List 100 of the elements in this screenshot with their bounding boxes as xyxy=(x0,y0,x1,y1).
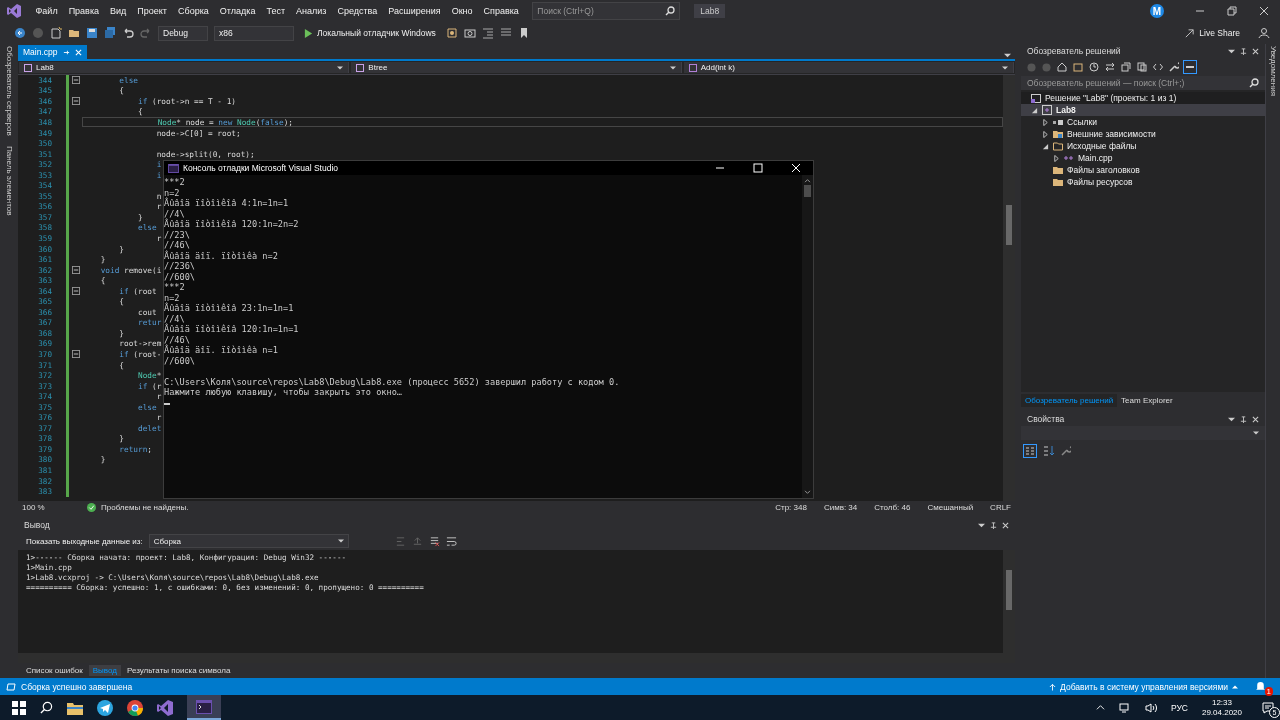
speaker-icon[interactable] xyxy=(1144,702,1157,713)
switch-views-icon[interactable] xyxy=(1073,62,1083,72)
collapsed-arrow-icon[interactable] xyxy=(1042,118,1049,126)
maximize-icon[interactable] xyxy=(753,163,763,173)
pin-icon[interactable] xyxy=(1240,47,1247,55)
folder-icon[interactable] xyxy=(67,700,83,715)
side-tab[interactable]: Обозреватель серверов xyxy=(4,46,14,136)
action-center-icon[interactable] xyxy=(1262,701,1274,714)
collapse-icon[interactable] xyxy=(72,266,80,275)
account-avatar[interactable]: M xyxy=(1150,4,1164,18)
menu-item[interactable]: Правка xyxy=(63,6,105,16)
collapse-all-icon[interactable] xyxy=(1121,62,1131,72)
side-tab[interactable]: Панель элементов xyxy=(4,145,14,216)
input-language[interactable]: РУС xyxy=(1170,702,1188,713)
restore-icon[interactable] xyxy=(1227,6,1237,16)
output-source-dropdown[interactable]: Сборка xyxy=(148,534,349,548)
caret-icon[interactable] xyxy=(978,521,985,529)
navigation-dropdown[interactable]: Btree xyxy=(351,62,682,73)
menu-item[interactable]: Отладка xyxy=(214,6,261,16)
network-icon[interactable] xyxy=(1118,702,1131,713)
clock-time[interactable]: 12:33 xyxy=(1211,697,1232,708)
caret-icon[interactable] xyxy=(1228,415,1235,423)
panel-tab[interactable]: Результаты поиска символа xyxy=(122,665,235,676)
pin-icon[interactable] xyxy=(1240,415,1247,423)
open-folder-icon[interactable] xyxy=(68,27,80,39)
browser-icon[interactable] xyxy=(127,699,143,716)
tree-item[interactable]: Файлы ресурсов xyxy=(1067,177,1133,187)
zoom-dropdown[interactable]: 100 % xyxy=(22,503,82,512)
menu-item[interactable]: Сборка xyxy=(172,6,215,16)
run-button[interactable]: Локальный отладчик Windows xyxy=(300,28,440,38)
indent-icon[interactable] xyxy=(481,27,494,39)
panel-tab[interactable]: Team Explorer xyxy=(1117,393,1177,407)
menu-item[interactable]: Файл xyxy=(30,6,64,16)
history-icon[interactable] xyxy=(1089,62,1099,72)
visual-studio-icon[interactable] xyxy=(157,699,173,716)
panel-tab[interactable]: Вывод xyxy=(88,665,121,676)
preview-icon[interactable] xyxy=(1183,60,1197,74)
close-icon[interactable] xyxy=(1259,6,1269,16)
person-icon[interactable] xyxy=(1258,27,1270,39)
scroll-thumb[interactable] xyxy=(1006,205,1012,245)
expanded-arrow-icon[interactable] xyxy=(1042,142,1049,150)
panel-tab[interactable]: Обозреватель решений xyxy=(1021,393,1118,407)
comment-icon[interactable] xyxy=(499,27,512,39)
start-icon[interactable] xyxy=(12,700,26,715)
menu-item[interactable]: Анализ xyxy=(290,6,332,16)
back-icon[interactable] xyxy=(14,27,26,39)
code-icon[interactable] xyxy=(1153,62,1163,72)
search-icon[interactable] xyxy=(40,701,53,714)
pin-icon[interactable] xyxy=(990,521,997,529)
side-tab[interactable]: Уведомления xyxy=(1268,46,1278,97)
home-icon[interactable] xyxy=(1057,62,1067,72)
expanded-arrow-icon[interactable] xyxy=(1031,106,1038,114)
tree-item[interactable]: Main.cpp xyxy=(1078,153,1113,163)
collapse-icon[interactable] xyxy=(72,97,80,106)
collapsed-arrow-icon[interactable] xyxy=(1042,130,1049,138)
close-icon[interactable] xyxy=(1252,47,1259,55)
search-field[interactable]: Обозреватель решений — поиск (Ctrl+;) xyxy=(1021,76,1265,90)
redo-icon[interactable] xyxy=(140,27,152,39)
menu-item[interactable]: Справка xyxy=(478,6,525,16)
scroll-thumb[interactable] xyxy=(804,185,811,197)
categorized-icon[interactable] xyxy=(1023,444,1037,458)
scroll-up-icon[interactable] xyxy=(804,178,811,183)
sync-icon[interactable] xyxy=(1105,62,1115,72)
menu-item[interactable]: Проект xyxy=(131,6,173,16)
tree-item[interactable]: Файлы заголовков xyxy=(1067,165,1140,175)
tree-item[interactable]: Lab8 xyxy=(1056,105,1076,115)
configuration-dropdown[interactable]: Debug xyxy=(158,25,208,41)
tree-item[interactable]: Ссылки xyxy=(1067,117,1097,127)
platform-dropdown[interactable]: x86 xyxy=(214,25,294,41)
chevron-up-icon[interactable] xyxy=(1095,703,1105,712)
clock-date[interactable]: 29.04.2020 xyxy=(1201,707,1242,718)
tree-item[interactable]: Исходные файлы xyxy=(1067,141,1137,151)
clear-icon[interactable] xyxy=(428,535,440,547)
camera-icon[interactable] xyxy=(463,27,476,39)
collapse-icon[interactable] xyxy=(72,350,80,359)
source-control-button[interactable]: Добавить в систему управления версиями xyxy=(1049,681,1238,692)
sort-icon[interactable] xyxy=(1043,445,1055,457)
menu-item[interactable]: Средства xyxy=(331,6,383,16)
undo-icon[interactable] xyxy=(122,27,134,39)
menu-item[interactable]: Вид xyxy=(104,6,132,16)
panel-tab[interactable]: Список ошибок xyxy=(22,665,87,676)
caret-icon[interactable] xyxy=(1228,47,1235,55)
navigation-dropdown[interactable]: Add(int k) xyxy=(683,62,1014,73)
menu-item[interactable]: Расширения xyxy=(382,6,447,16)
collapsed-arrow-icon[interactable] xyxy=(1053,154,1060,162)
new-item-icon[interactable] xyxy=(50,27,62,39)
navigation-dropdown[interactable]: Lab8 xyxy=(19,62,350,73)
tool-icon[interactable] xyxy=(445,27,458,39)
search-field[interactable]: Поиск (Ctrl+Q) xyxy=(532,2,681,20)
menu-item[interactable]: Окно xyxy=(446,6,479,16)
menu-item[interactable]: Тест xyxy=(260,6,291,16)
close-icon[interactable] xyxy=(1252,415,1259,423)
bell-icon[interactable] xyxy=(1255,681,1266,692)
paper-plane-icon[interactable] xyxy=(97,699,113,716)
save-icon[interactable] xyxy=(86,27,98,39)
word-wrap-icon[interactable] xyxy=(445,535,457,547)
scroll-thumb[interactable] xyxy=(1006,570,1012,610)
live-share-button[interactable]: Live Share xyxy=(1184,27,1240,39)
scroll-down-icon[interactable] xyxy=(804,490,811,495)
save-all-icon[interactable] xyxy=(104,27,116,39)
